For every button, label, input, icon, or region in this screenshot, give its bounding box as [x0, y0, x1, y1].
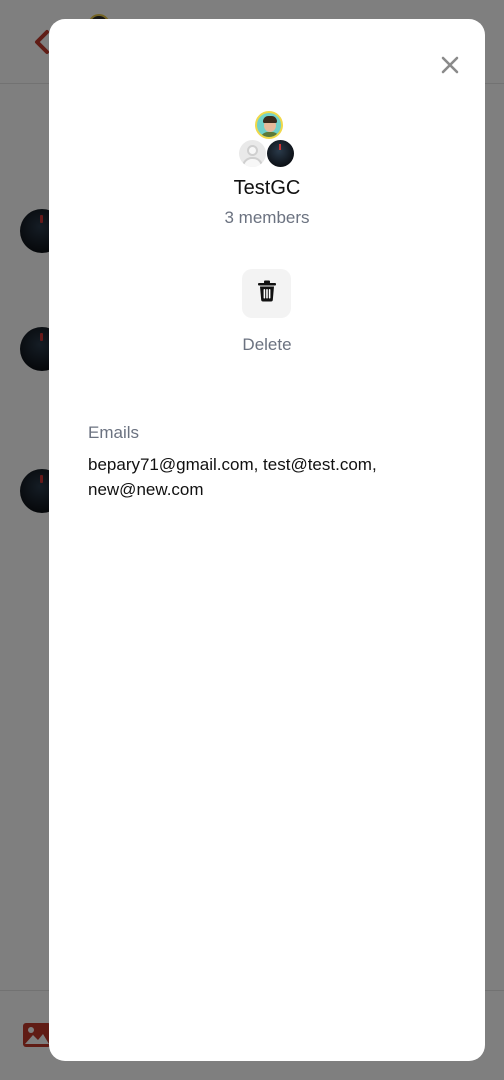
group-avatar-stack — [237, 111, 297, 169]
default-user-avatar — [239, 140, 266, 167]
delete-button[interactable] — [242, 269, 291, 318]
member-avatar — [267, 140, 294, 167]
group-name: TestGC — [233, 177, 301, 199]
close-button[interactable] — [438, 55, 462, 79]
delete-label: Delete — [242, 335, 292, 354]
trash-icon — [257, 280, 277, 307]
group-info-modal: TestGC 3 members Delete Emails bepary71@… — [49, 19, 485, 1061]
emails-value: bepary71@gmail.com, test@test.com, new@n… — [88, 455, 377, 499]
member-avatar — [255, 111, 283, 139]
close-icon — [441, 56, 459, 79]
emails-label: Emails — [88, 423, 140, 442]
member-count: 3 members — [224, 208, 310, 227]
